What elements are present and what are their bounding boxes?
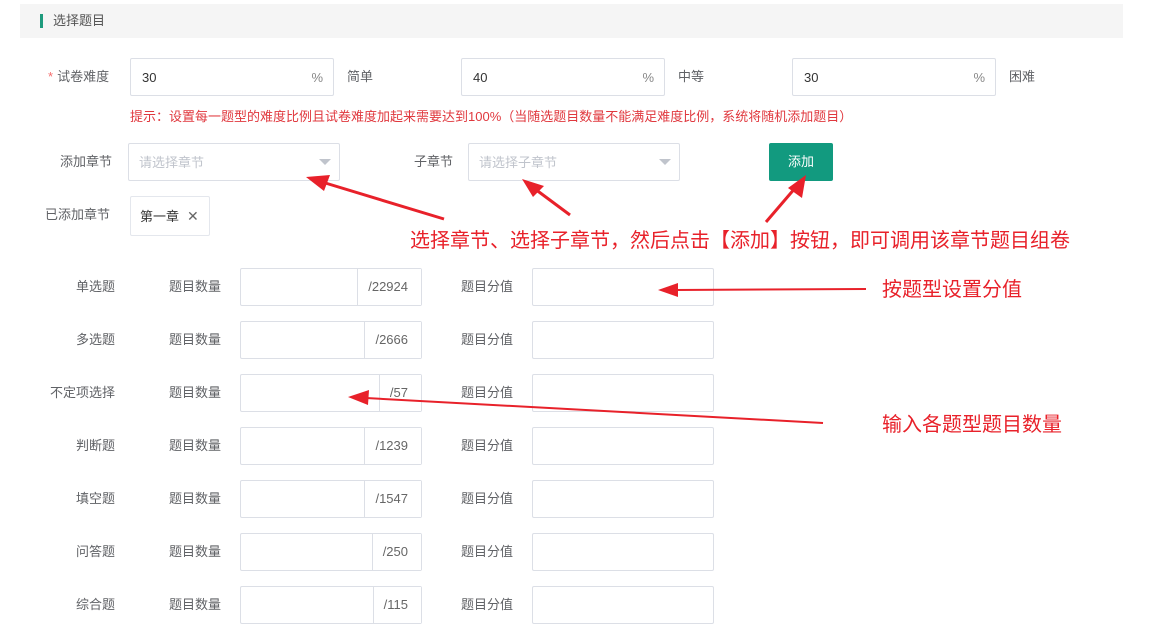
question-count-input[interactable]: /2666 — [240, 321, 422, 359]
chapter-select-placeholder: 请选择章节 — [139, 155, 205, 170]
question-score-input[interactable] — [532, 268, 714, 306]
hard-level-label: 困难 — [1009, 69, 1036, 84]
score-label: 题目分值 — [461, 438, 514, 453]
available-total: /1239 — [364, 428, 421, 464]
question-count-input[interactable]: /1239 — [240, 427, 422, 465]
sub-chapter-select[interactable]: 请选择子章节 — [468, 143, 680, 181]
available-total: /57 — [378, 375, 421, 411]
chapter-annotation: 选择章节、选择子章节，然后点击【添加】按钮，即可调用该章节题目组卷 — [410, 228, 1070, 252]
question-type-name: 判断题 — [75, 438, 115, 453]
question-type-row: 问答题 题目数量/250 题目分值 — [0, 533, 1175, 571]
difficulty-label: * 试卷难度 — [48, 69, 109, 85]
available-total: /250 — [371, 534, 421, 570]
percent-suffix: % — [642, 70, 654, 85]
score-label: 题目分值 — [461, 332, 514, 347]
count-label: 题目数量 — [169, 279, 222, 294]
question-score-input[interactable] — [532, 321, 714, 359]
section-accent-bar — [40, 14, 43, 28]
chevron-down-icon — [659, 159, 671, 165]
question-count-input[interactable]: /22924 — [240, 268, 422, 306]
hard-percent-value: 30 — [804, 70, 819, 85]
close-icon[interactable]: ✕ — [187, 209, 199, 223]
question-score-input[interactable] — [532, 374, 714, 412]
question-score-input[interactable] — [532, 427, 714, 465]
available-total: /115 — [372, 587, 421, 623]
available-total: /2666 — [364, 322, 421, 358]
score-annotation: 按题型设置分值 — [882, 277, 1022, 301]
medium-level-label: 中等 — [678, 69, 705, 84]
count-label: 题目数量 — [169, 385, 222, 400]
count-annotation: 输入各题型题目数量 — [882, 412, 1062, 436]
count-label: 题目数量 — [169, 332, 222, 347]
score-label: 题目分值 — [461, 597, 514, 612]
chapter-label: 添加章节 — [60, 154, 113, 169]
easy-percent-value: 30 — [142, 70, 157, 85]
arrow-head — [522, 179, 544, 197]
score-label: 题目分值 — [461, 491, 514, 506]
chapter-tag: 第一章 ✕ — [130, 196, 210, 236]
available-total: /1547 — [364, 481, 421, 517]
question-score-input[interactable] — [532, 586, 714, 624]
question-type-name: 单选题 — [75, 279, 115, 294]
difficulty-hint: 提示：设置每一题型的难度比例且试卷难度加起来需要达到100%（当随选题目数量不能… — [130, 109, 853, 124]
question-type-name: 综合题 — [75, 597, 115, 612]
count-label: 题目数量 — [169, 491, 222, 506]
question-type-name: 不定项选择 — [49, 385, 115, 400]
arrow-to-add-button — [764, 186, 798, 223]
section-title: 选择题目 — [53, 13, 106, 28]
arrow-to-sub-chapter-select — [534, 187, 571, 217]
question-type-name: 填空题 — [75, 491, 115, 506]
count-label: 题目数量 — [169, 597, 222, 612]
question-count-input[interactable]: /115 — [240, 586, 422, 624]
medium-percent-input[interactable]: 40 % — [461, 58, 665, 96]
question-count-input[interactable]: /57 — [240, 374, 422, 412]
hard-percent-input[interactable]: 30 % — [792, 58, 996, 96]
sub-chapter-label: 子章节 — [414, 154, 454, 169]
percent-suffix: % — [311, 70, 323, 85]
added-chapters-label: 已添加章节 — [45, 207, 111, 222]
question-type-name: 问答题 — [75, 544, 115, 559]
question-type-row: 多选题 题目数量/2666 题目分值 — [0, 321, 1175, 359]
question-type-row: 综合题 题目数量/115 题目分值 — [0, 586, 1175, 624]
question-score-input[interactable] — [532, 533, 714, 571]
question-count-input[interactable]: /1547 — [240, 480, 422, 518]
question-score-input[interactable] — [532, 480, 714, 518]
question-type-name: 多选题 — [75, 332, 115, 347]
percent-suffix: % — [973, 70, 985, 85]
sub-chapter-select-placeholder: 请选择子章节 — [479, 155, 558, 170]
required-mark: * — [48, 69, 54, 84]
section-header: 选择题目 — [20, 4, 1123, 38]
chevron-down-icon — [319, 159, 331, 165]
question-type-row: 不定项选择 题目数量/57 题目分值 — [0, 374, 1175, 412]
score-label: 题目分值 — [461, 544, 514, 559]
easy-percent-input[interactable]: 30 % — [130, 58, 334, 96]
question-count-input[interactable]: /250 — [240, 533, 422, 571]
easy-level-label: 简单 — [347, 69, 374, 84]
available-total: /22924 — [357, 269, 421, 305]
chapter-select[interactable]: 请选择章节 — [128, 143, 340, 181]
arrow-to-chapter-select — [321, 180, 445, 221]
add-chapter-button[interactable]: 添加 — [769, 143, 833, 181]
difficulty-label-text: 试卷难度 — [57, 69, 110, 84]
count-label: 题目数量 — [169, 544, 222, 559]
score-label: 题目分值 — [461, 385, 514, 400]
count-label: 题目数量 — [169, 438, 222, 453]
chapter-tag-label: 第一章 — [140, 209, 180, 224]
score-label: 题目分值 — [461, 279, 514, 294]
question-type-row: 填空题 题目数量/1547 题目分值 — [0, 480, 1175, 518]
medium-percent-value: 40 — [473, 70, 488, 85]
